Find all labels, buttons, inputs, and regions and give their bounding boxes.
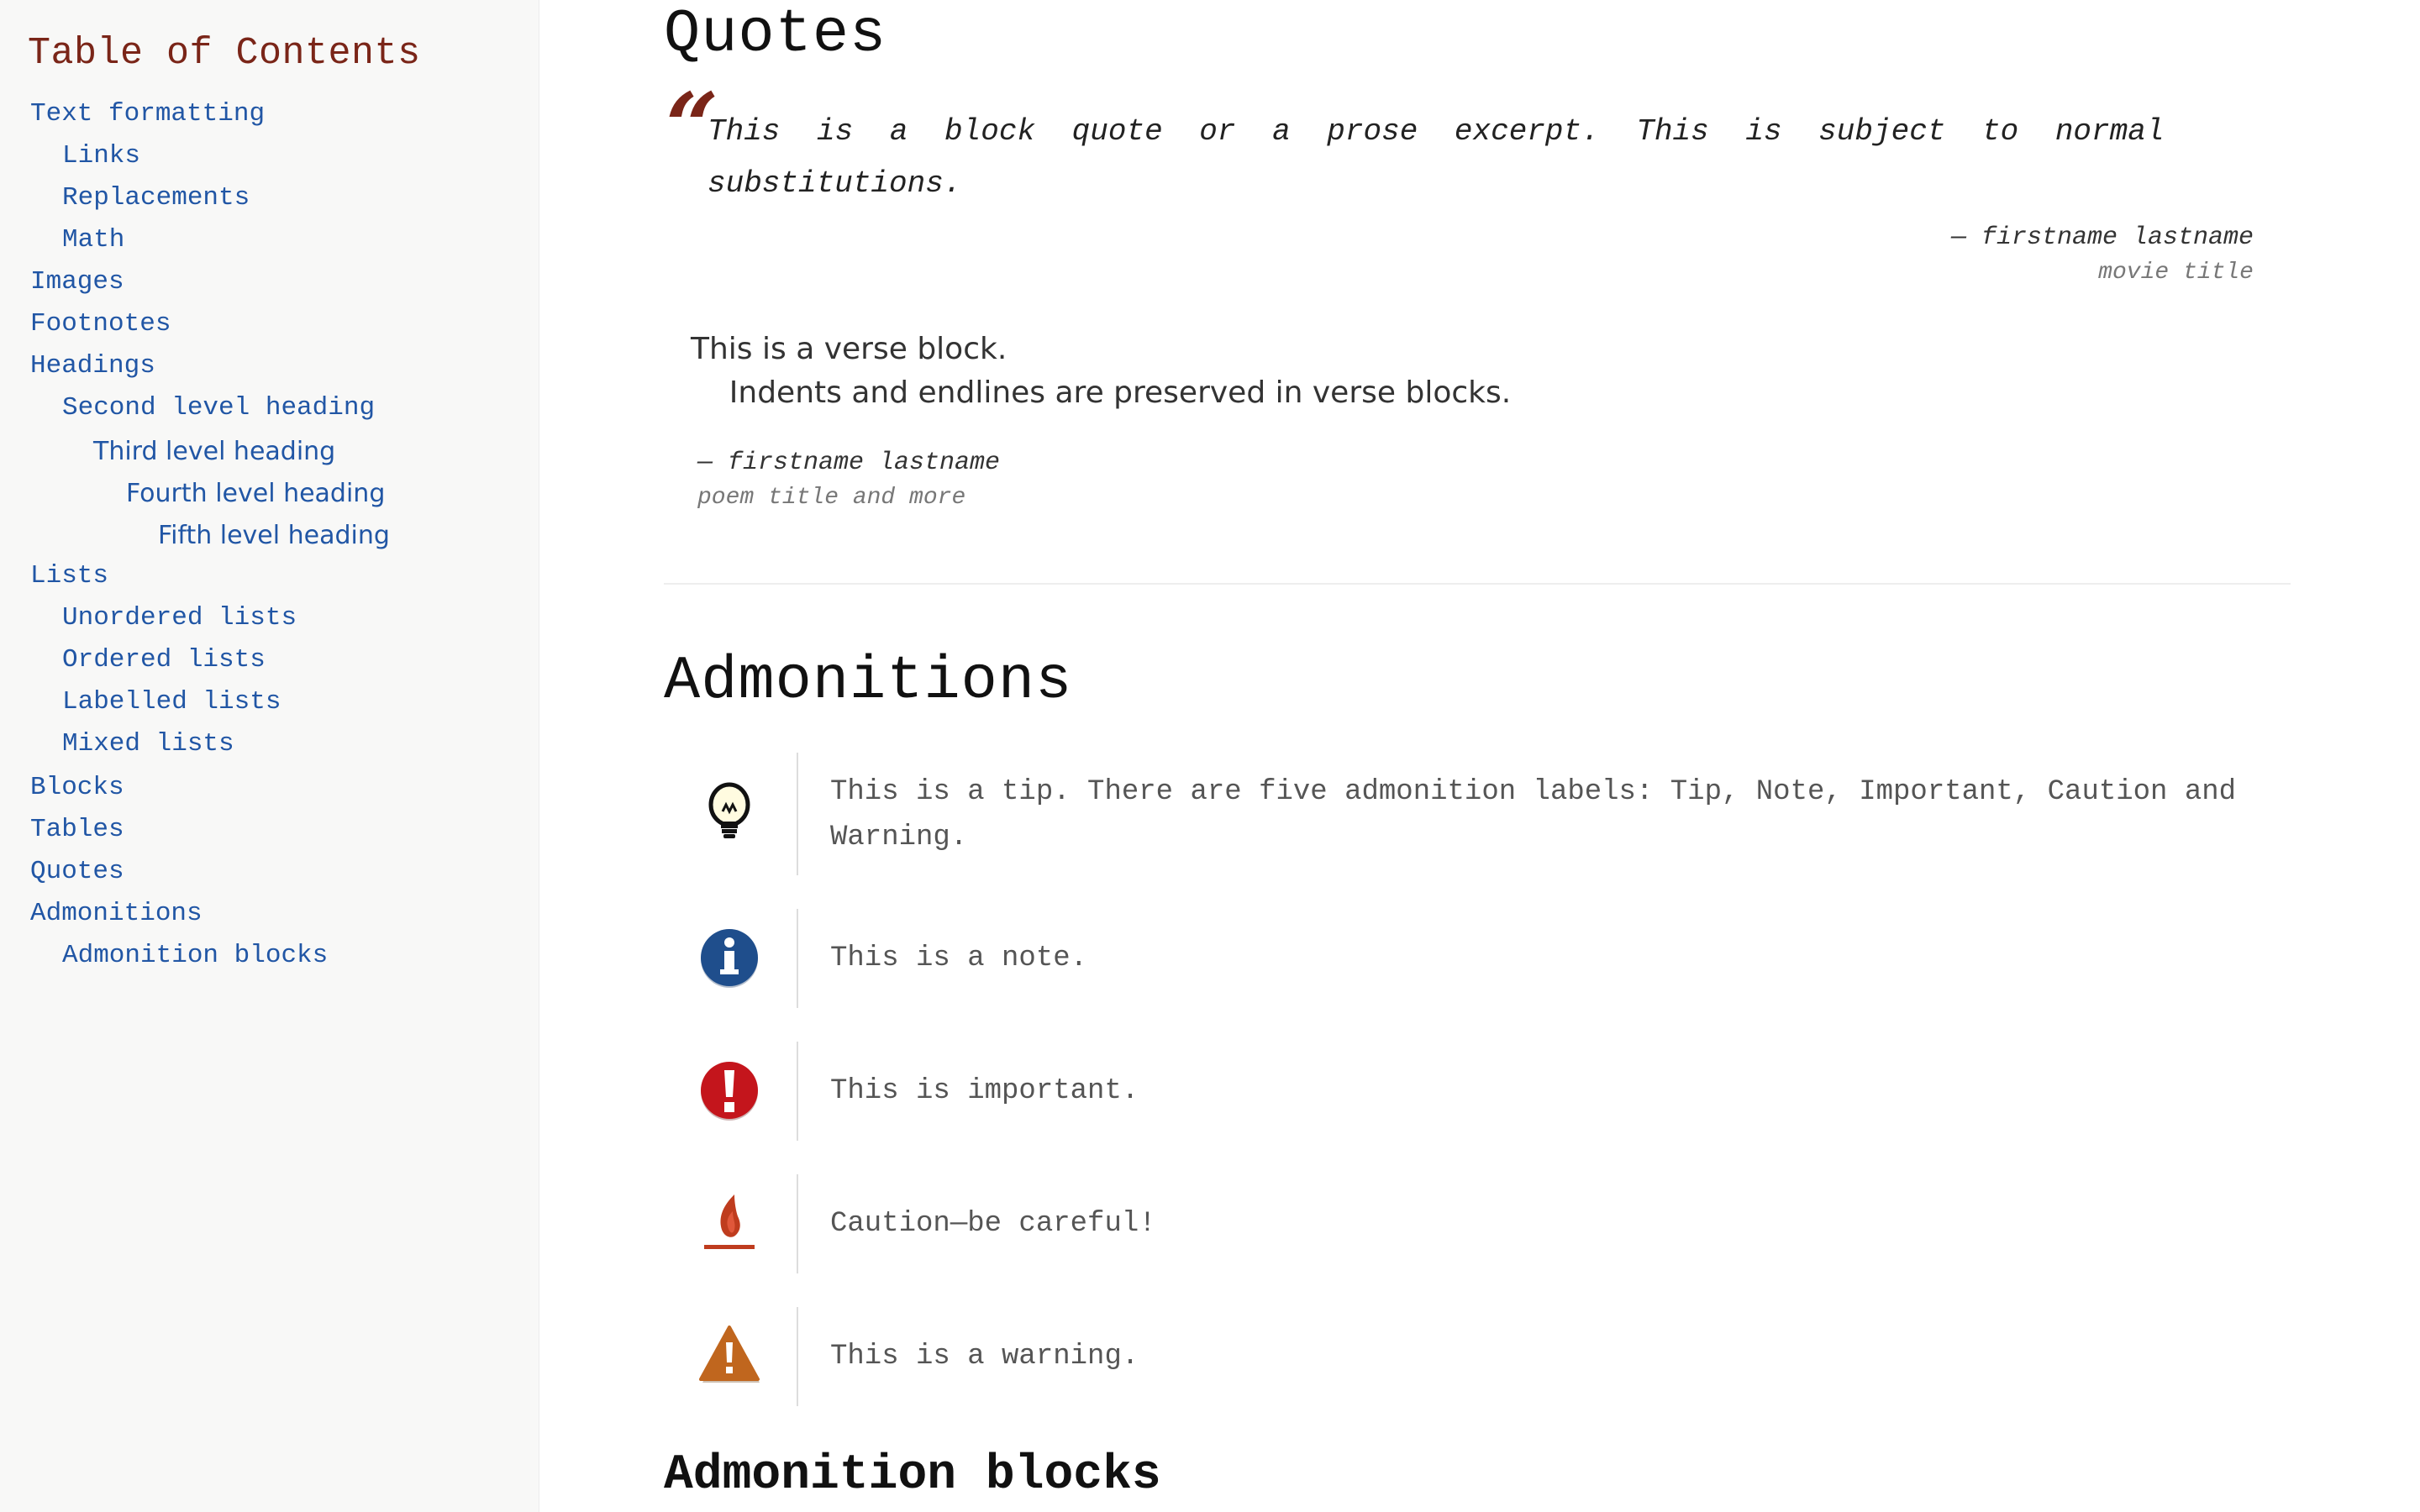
toc-link-footnotes[interactable]: Footnotes [30, 309, 171, 339]
main-content: Quotes “ This is a block quote or a pros… [539, 0, 2420, 1512]
admonition-line: This is a note. [830, 942, 1088, 974]
toc-link-text-formatting[interactable]: Text formatting [30, 99, 265, 129]
verse-line: This is a verse block. [691, 332, 1007, 366]
toc-link-fourth-level-heading[interactable]: Fourth level heading [126, 479, 385, 508]
verse-author: — firstname lastname [697, 449, 1001, 477]
admonition-line: This is important. [830, 1075, 1139, 1107]
quote-cite: movie title [2098, 260, 2254, 286]
admonition-divider [797, 909, 798, 1008]
toc-link-replacements[interactable]: Replacements [62, 183, 250, 213]
quote-attribution: — firstname lastname movie title [1926, 220, 2254, 291]
quote-author: — firstname lastname [1950, 223, 2254, 252]
admonition-divider [797, 1174, 798, 1273]
toc-link-quotes[interactable]: Quotes [30, 857, 124, 886]
toc-sidebar: Table of Contents Text formatting Links … [0, 0, 539, 1512]
toc-link-blocks[interactable]: Blocks [30, 773, 124, 802]
section-divider [664, 583, 2291, 585]
toc-link-mixed-lists[interactable]: Mixed lists [62, 729, 234, 759]
verse-line: Indents and endlines are preserved in ve… [691, 375, 1512, 410]
toc-link-admonition-blocks[interactable]: Admonition blocks [62, 941, 328, 970]
admonition-line: This is a tip. There are five admonition… [830, 776, 2237, 808]
warning-triangle-icon [699, 1326, 760, 1383]
admonition-tip: This is a tip. There are five admonition… [664, 753, 2294, 875]
verse-cite: poem title and more [697, 485, 966, 511]
exclamation-icon [701, 1062, 758, 1121]
admonition-text: Caution—be careful! [830, 1201, 1156, 1247]
toc-link-second-level-heading[interactable]: Second level heading [62, 393, 375, 423]
admonition-line: Caution—be careful! [830, 1208, 1156, 1240]
admonition-blocks-heading: Admonition blocks [664, 1448, 1161, 1503]
toc-link-headings[interactable]: Headings [30, 351, 155, 381]
admonition-line: This is a warning. [830, 1341, 1139, 1373]
admonition-text: This is a tip. There are five admonition… [830, 769, 2236, 860]
admonition-note: This is a note. [664, 909, 2294, 1008]
flame-icon [704, 1194, 755, 1249]
quote-line: substitutions. [708, 166, 962, 201]
verse-attribution: — firstname lastname poem title and more [697, 445, 1000, 516]
verse-text: This is a verse block. Indents and endli… [691, 328, 1511, 415]
toc-link-labelled-lists[interactable]: Labelled lists [62, 687, 281, 717]
admonition-divider [797, 753, 798, 875]
quote-text: This is a block quote or a prose excerpt… [708, 106, 2245, 210]
toc-link-unordered-lists[interactable]: Unordered lists [62, 603, 297, 633]
toc-link-fifth-level-heading[interactable]: Fifth level heading [158, 521, 390, 550]
info-icon [701, 929, 758, 988]
quotes-heading: Quotes [664, 0, 887, 69]
admonition-text: This is important. [830, 1068, 1139, 1114]
toc-title: Table of Contents [28, 32, 421, 75]
admonitions-heading: Admonitions [664, 647, 1073, 716]
admonition-text: This is a warning. [830, 1334, 1139, 1379]
toc-link-links[interactable]: Links [62, 141, 140, 171]
toc-link-tables[interactable]: Tables [30, 815, 124, 844]
lightbulb-icon [708, 782, 750, 838]
admonition-important: This is important. [664, 1042, 2294, 1141]
toc-link-images[interactable]: Images [30, 267, 124, 297]
toc-link-admonitions[interactable]: Admonitions [30, 899, 203, 928]
admonition-line: Warning. [830, 822, 968, 853]
toc-link-math[interactable]: Math [62, 225, 124, 255]
quote-line: This is a block quote or a prose excerpt… [708, 114, 2165, 149]
admonition-divider [797, 1307, 798, 1406]
admonition-text: This is a note. [830, 936, 1087, 981]
toc-link-lists[interactable]: Lists [30, 561, 108, 591]
toc-link-ordered-lists[interactable]: Ordered lists [62, 645, 266, 675]
admonition-warning: This is a warning. [664, 1307, 2294, 1406]
admonition-divider [797, 1042, 798, 1141]
toc-link-third-level-heading[interactable]: Third level heading [93, 437, 335, 466]
admonition-caution: Caution—be careful! [664, 1174, 2294, 1273]
